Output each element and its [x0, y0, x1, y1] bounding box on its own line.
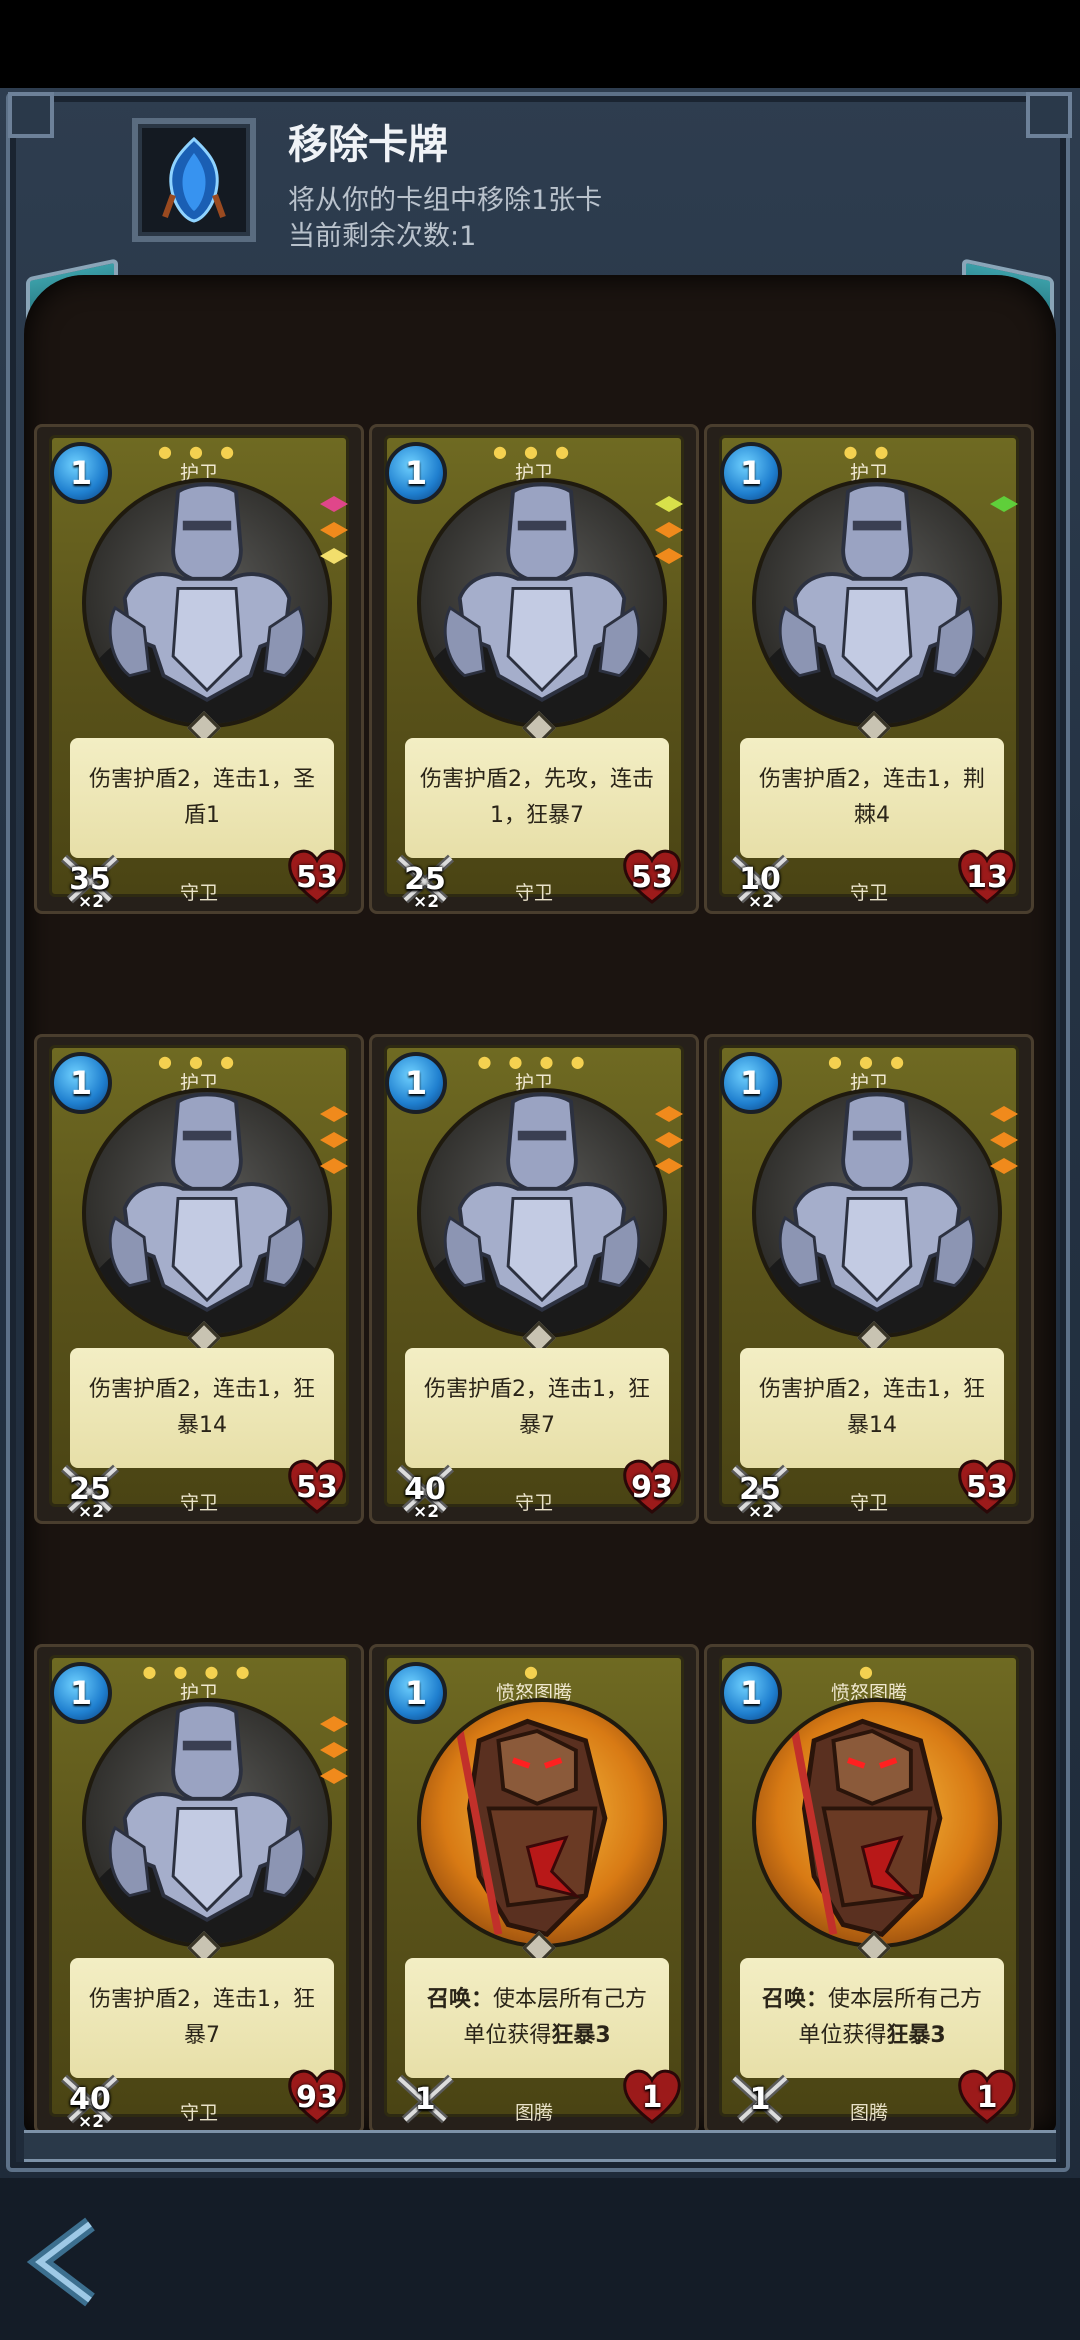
gem-column: [314, 1716, 354, 1794]
gem-icon: [990, 1132, 1018, 1148]
card-class: 守卫: [179, 1492, 218, 1514]
card-face: ● ● ● 护卫 伤害护盾2，连击1，狂暴14 25 ×2 53 守卫 1: [719, 1045, 1019, 1522]
card-2[interactable]: ● ● ● 护卫 伤害护盾2，先攻，连击1，狂暴7 25 ×2 53 守卫 1: [369, 424, 699, 914]
back-button[interactable]: [20, 2210, 110, 2310]
corner-ornament-right: [1026, 92, 1072, 138]
card-class: 守卫: [849, 882, 888, 904]
corner-ornament-left: [8, 92, 54, 138]
knight-portrait: [417, 478, 667, 728]
card-description: 伤害护盾2，连击1，荆棘4: [740, 738, 1004, 858]
card-class: 守卫: [179, 882, 218, 904]
gem-icon: [320, 1716, 348, 1732]
card-6[interactable]: ● ● ● 护卫 伤害护盾2，连击1，狂暴14 25 ×2 53 守卫 1: [704, 1034, 1034, 1524]
card-face: ● ● ● 护卫 伤害护盾2，连击1，狂暴14 25 ×2 53 守卫 1: [49, 1045, 349, 1522]
cost-badge: 1: [50, 1662, 112, 1724]
gem-icon: [655, 1106, 683, 1122]
gem-icon: [990, 1158, 1018, 1174]
gem-column: [314, 496, 354, 574]
card-class: 守卫: [514, 1492, 553, 1514]
knight-portrait: [417, 1088, 667, 1338]
cost-badge: 1: [720, 442, 782, 504]
gem-icon: [655, 522, 683, 538]
card-description: 召唤：使本层所有己方单位获得狂暴3: [740, 1958, 1004, 2078]
cost-badge: 1: [385, 1052, 447, 1114]
card-description: 伤害护盾2，连击1，狂暴7: [70, 1958, 334, 2078]
gem-icon: [320, 1158, 348, 1174]
card-1[interactable]: ● ● ● 护卫 伤害护盾2，连击1，圣盾1 35 ×2 53 守卫 1: [34, 424, 364, 914]
cost-badge: 1: [720, 1662, 782, 1724]
card-description: 召唤：使本层所有己方单位获得狂暴3: [405, 1958, 669, 2078]
card-face: ● ● ● ● 护卫 伤害护盾2，连击1，狂暴7 40 ×2 93 守卫 1: [384, 1045, 684, 1522]
page-subtitle: 将从你的卡组中移除1张卡: [288, 185, 603, 216]
bottom-ornament: [24, 2130, 1056, 2162]
gem-icon: [320, 548, 348, 564]
cost-badge: 1: [720, 1052, 782, 1114]
gem-column: [984, 496, 1024, 522]
gem-icon: [655, 1158, 683, 1174]
status-bar-area: [0, 0, 1080, 88]
card-description: 伤害护盾2，连击1，狂暴14: [740, 1348, 1004, 1468]
gem-icon: [320, 1132, 348, 1148]
card-description: 伤害护盾2，先攻，连击1，狂暴7: [405, 738, 669, 858]
knight-portrait: [82, 1698, 332, 1948]
gem-icon: [320, 1742, 348, 1758]
card-description: 伤害护盾2，连击1，圣盾1: [70, 738, 334, 858]
gem-icon: [990, 1106, 1018, 1122]
page-title: 移除卡牌: [288, 122, 448, 168]
gem-icon: [990, 496, 1018, 512]
knight-portrait: [82, 1088, 332, 1338]
bottom-bar: [0, 2178, 1080, 2340]
gem-icon: [320, 1106, 348, 1122]
cost-badge: 1: [385, 1662, 447, 1724]
card-description: 伤害护盾2，连击1，狂暴7: [405, 1348, 669, 1468]
knight-portrait: [752, 1088, 1002, 1338]
card-5[interactable]: ● ● ● ● 护卫 伤害护盾2，连击1，狂暴7 40 ×2 93 守卫 1: [369, 1034, 699, 1524]
card-8[interactable]: ● 愤怒图腾 召唤：使本层所有己方单位获得狂暴3 1 1 图腾 1: [369, 1644, 699, 2134]
cost-badge: 1: [385, 442, 447, 504]
gem-column: [984, 1106, 1024, 1184]
card-face: ● 愤怒图腾 召唤：使本层所有己方单位获得狂暴3 1 1 图腾 1: [384, 1655, 684, 2124]
cost-badge: 1: [50, 1052, 112, 1114]
card-face: ● ● ● 护卫 伤害护盾2，先攻，连击1，狂暴7 25 ×2 53 守卫 1: [384, 435, 684, 912]
card-4[interactable]: ● ● ● 护卫 伤害护盾2，连击1，狂暴14 25 ×2 53 守卫 1: [34, 1034, 364, 1524]
card-face: ● ● ● 护卫 伤害护盾2，连击1，圣盾1 35 ×2 53 守卫 1: [49, 435, 349, 912]
card-9[interactable]: ● 愤怒图腾 召唤：使本层所有己方单位获得狂暴3 1 1 图腾 1: [704, 1644, 1034, 2134]
totem-portrait: [752, 1698, 1002, 1948]
gem-column: [314, 1106, 354, 1184]
card-7[interactable]: ● ● ● ● 护卫 伤害护盾2，连击1，狂暴7 40 ×2 93 守卫 1: [34, 1644, 364, 2134]
card-face: ● ● 护卫 伤害护盾2，连击1，荆棘4 10 ×2 13 守卫 1: [719, 435, 1019, 912]
back-arrow-icon: [26, 2217, 95, 2307]
gem-icon: [320, 496, 348, 512]
gem-column: [649, 1106, 689, 1184]
remove-card-icon: [132, 118, 256, 242]
gem-icon: [655, 548, 683, 564]
card-face: ● 愤怒图腾 召唤：使本层所有己方单位获得狂暴3 1 1 图腾 1: [719, 1655, 1019, 2124]
gem-icon: [655, 496, 683, 512]
card-class: 图腾: [849, 2102, 888, 2124]
totem-portrait: [417, 1698, 667, 1948]
gem-icon: [655, 1132, 683, 1148]
knight-portrait: [82, 478, 332, 728]
remaining-count: 当前剩余次数:1: [288, 221, 477, 252]
gem-icon: [320, 522, 348, 538]
gem-icon: [320, 1768, 348, 1784]
cost-badge: 1: [50, 442, 112, 504]
card-class: 守卫: [179, 2102, 218, 2124]
card-class: 守卫: [849, 1492, 888, 1514]
card-class: 守卫: [514, 882, 553, 904]
card-3[interactable]: ● ● 护卫 伤害护盾2，连击1，荆棘4 10 ×2 13 守卫 1: [704, 424, 1034, 914]
gem-column: [649, 496, 689, 574]
card-class: 图腾: [514, 2102, 553, 2124]
card-face: ● ● ● ● 护卫 伤害护盾2，连击1，狂暴7 40 ×2 93 守卫 1: [49, 1655, 349, 2132]
card-description: 伤害护盾2，连击1，狂暴14: [70, 1348, 334, 1468]
knight-portrait: [752, 478, 1002, 728]
